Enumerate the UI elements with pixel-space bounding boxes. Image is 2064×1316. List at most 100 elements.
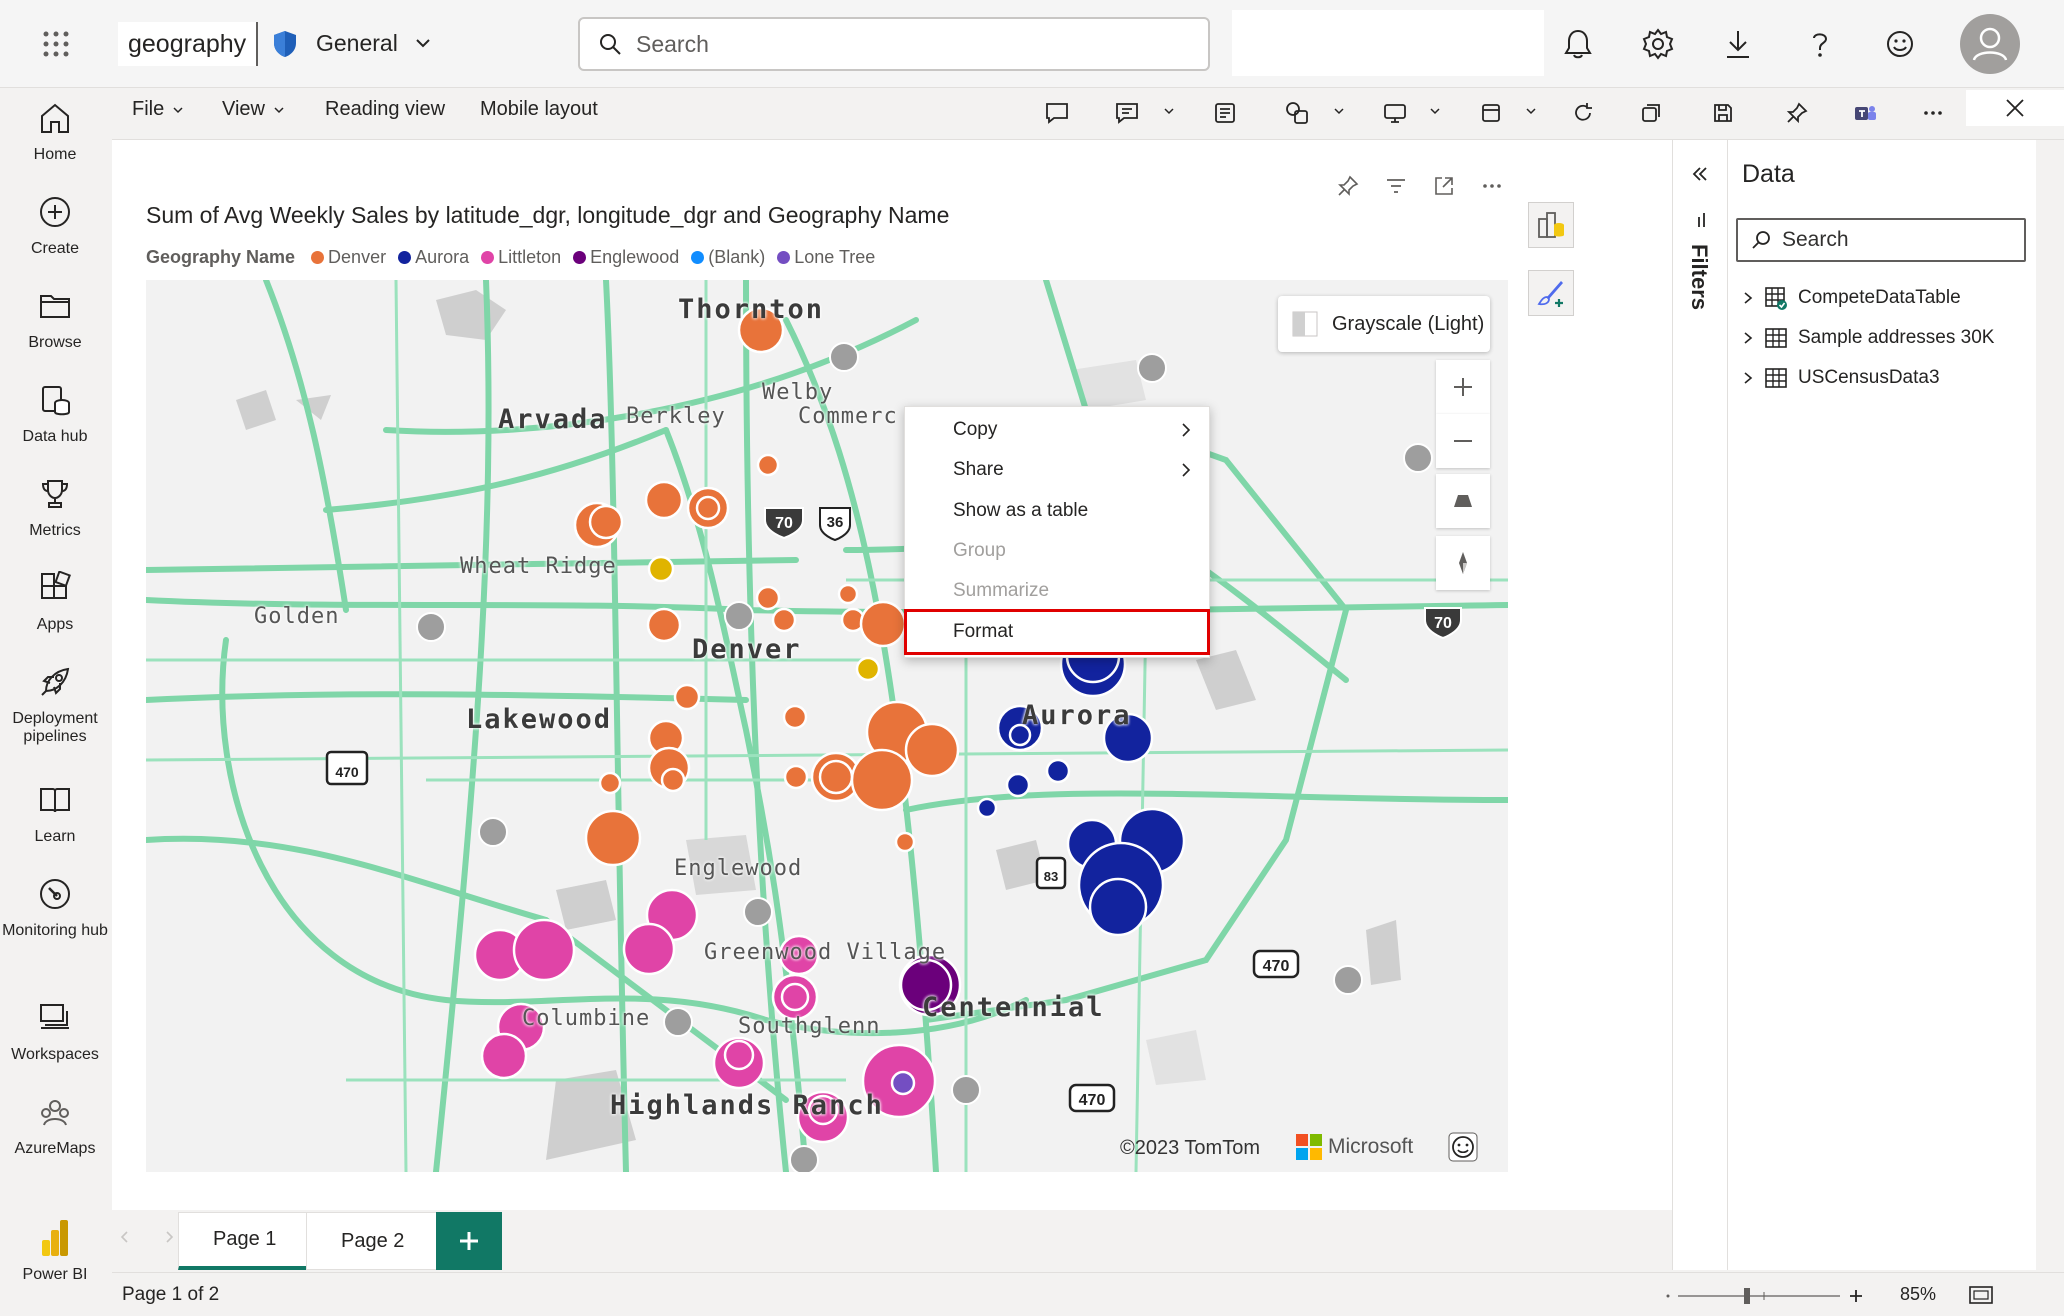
copy-visual-icon[interactable] (1634, 96, 1668, 130)
chevron-down-icon[interactable] (1428, 104, 1442, 118)
shield-label: 70 (1434, 615, 1452, 632)
power-bi-brand[interactable]: Power BI (0, 1218, 110, 1284)
sensitivity-label[interactable]: General (316, 30, 398, 57)
menu-item-label: Copy (953, 419, 998, 440)
nav-home[interactable]: Home (0, 98, 110, 164)
table-item[interactable]: CompeteDataTable (1742, 286, 1961, 310)
add-page-button[interactable] (436, 1212, 502, 1270)
menu-item-show-as-table[interactable]: Show as a table (905, 491, 1211, 531)
chevron-right-icon (1182, 423, 1191, 437)
file-menu[interactable]: File (132, 98, 184, 121)
map-feedback-icon[interactable] (1448, 1132, 1478, 1162)
app-launcher-icon[interactable] (38, 26, 74, 62)
table-item[interactable]: Sample addresses 30K (1742, 326, 1994, 350)
shield-label: 83 (1044, 869, 1058, 884)
nav-browse[interactable]: Browse (0, 286, 110, 352)
chevron-right-icon[interactable] (162, 1230, 176, 1244)
teams-icon[interactable] (1848, 96, 1882, 130)
legend-label: Aurora (415, 247, 470, 267)
download-icon[interactable] (1718, 24, 1758, 64)
notes-icon[interactable] (1208, 96, 1242, 130)
nav-learn[interactable]: Learn (0, 780, 110, 846)
legend-swatch (691, 251, 705, 264)
present-icon[interactable] (1378, 96, 1412, 130)
zoom-in-button[interactable] (1436, 360, 1490, 414)
bookmark-icon[interactable] (1474, 96, 1508, 130)
data-search[interactable] (1736, 218, 2026, 262)
map-place-label: Wheat Ridge (460, 554, 617, 579)
search-input[interactable] (636, 30, 1156, 58)
collapse-icon[interactable] (1688, 162, 1712, 186)
legend-item[interactable]: Aurora (398, 247, 469, 268)
pin-visual-icon[interactable] (1332, 170, 1364, 202)
comment-icon[interactable] (1040, 96, 1074, 130)
nav-data-hub[interactable]: Data hub (0, 380, 110, 446)
save-icon[interactable] (1706, 96, 1740, 130)
compass-button[interactable] (1436, 536, 1490, 590)
global-search[interactable] (578, 17, 1210, 71)
state-shield: 470 (1068, 1083, 1116, 1113)
map-place-label: Lakewood (466, 704, 613, 735)
menu-item-share[interactable]: Share (905, 450, 1211, 490)
data-search-input[interactable] (1782, 228, 2002, 252)
chat-in-teams-icon[interactable] (1110, 96, 1144, 130)
map-visual[interactable]: 70 36 70 470 83 470 470 Thornton Welby A… (146, 280, 1508, 1172)
state-shield: 83 (1035, 856, 1067, 890)
zoom-out-button[interactable] (1436, 414, 1490, 468)
build-visual-button[interactable] (1528, 202, 1574, 248)
legend-item[interactable]: Littleton (481, 247, 561, 268)
avatar[interactable] (1960, 14, 2020, 74)
focus-mode-icon[interactable] (1428, 170, 1460, 202)
chevron-left-icon[interactable] (118, 1230, 132, 1244)
zoom-slider[interactable] (1664, 1284, 1874, 1308)
refresh-icon[interactable] (1566, 96, 1600, 130)
apps-icon (35, 568, 75, 608)
nav-monitoring-hub[interactable]: Monitoring hub (0, 874, 110, 940)
filter-icon[interactable] (1380, 170, 1412, 202)
map-place-label: Golden (254, 604, 340, 629)
chevron-down-icon[interactable] (414, 34, 432, 52)
pitch-button[interactable] (1436, 474, 1490, 528)
fit-to-page-icon[interactable] (1968, 1284, 1994, 1306)
more-options-icon[interactable] (1916, 96, 1950, 130)
menu-item-copy[interactable]: Copy (905, 410, 1211, 450)
close-button[interactable] (1966, 90, 2064, 126)
mobile-layout-button[interactable]: Mobile layout (480, 98, 598, 121)
nav-workspaces[interactable]: Workspaces (0, 998, 110, 1064)
help-icon[interactable] (1800, 24, 1840, 64)
chevron-down-icon[interactable] (1162, 104, 1176, 118)
bell-icon[interactable] (1558, 24, 1598, 64)
feedback-smiley-icon[interactable] (1880, 24, 1920, 64)
nav-create[interactable]: Create (0, 192, 110, 258)
nav-deployment-pipelines[interactable]: Deployment pipelines (0, 662, 110, 746)
nav-metrics[interactable]: Metrics (0, 474, 110, 540)
gear-icon[interactable] (1638, 24, 1678, 64)
page-tab-2[interactable]: Page 2 (306, 1212, 440, 1270)
nav-azuremaps[interactable]: AzureMaps (0, 1092, 110, 1158)
legend-label: Englewood (590, 247, 680, 267)
table-item[interactable]: USCensusData3 (1742, 366, 1940, 390)
plus-circle-icon (35, 192, 75, 232)
filters-label[interactable]: Filters (1686, 244, 1712, 310)
chevron-down-icon[interactable] (1524, 104, 1538, 118)
nav-apps[interactable]: Apps (0, 568, 110, 634)
map-place-label: Centennial (922, 992, 1105, 1023)
legend-item[interactable]: (Blank) (691, 247, 765, 268)
chevron-down-icon[interactable] (1332, 104, 1346, 118)
share-icon[interactable] (1280, 96, 1314, 130)
map-style-picker[interactable]: Grayscale (Light) (1278, 296, 1490, 352)
legend-item[interactable]: Lone Tree (777, 247, 875, 268)
view-menu[interactable]: View (222, 98, 285, 121)
format-visual-button[interactable] (1528, 270, 1574, 316)
page-tab-1[interactable]: Page 1 (178, 1212, 312, 1270)
nav-label: Create (30, 240, 80, 257)
shield-label: 470 (335, 764, 359, 780)
top-bar-blank-area (1232, 10, 1544, 76)
reading-view-button[interactable]: Reading view (325, 98, 445, 121)
legend-item[interactable]: Englewood (573, 247, 679, 268)
pin-icon[interactable] (1780, 96, 1814, 130)
workspace-name[interactable]: geography (118, 22, 257, 66)
more-options-icon[interactable] (1476, 170, 1508, 202)
legend-item[interactable]: Denver (311, 247, 386, 268)
page-nav-arrows[interactable] (118, 1230, 176, 1249)
